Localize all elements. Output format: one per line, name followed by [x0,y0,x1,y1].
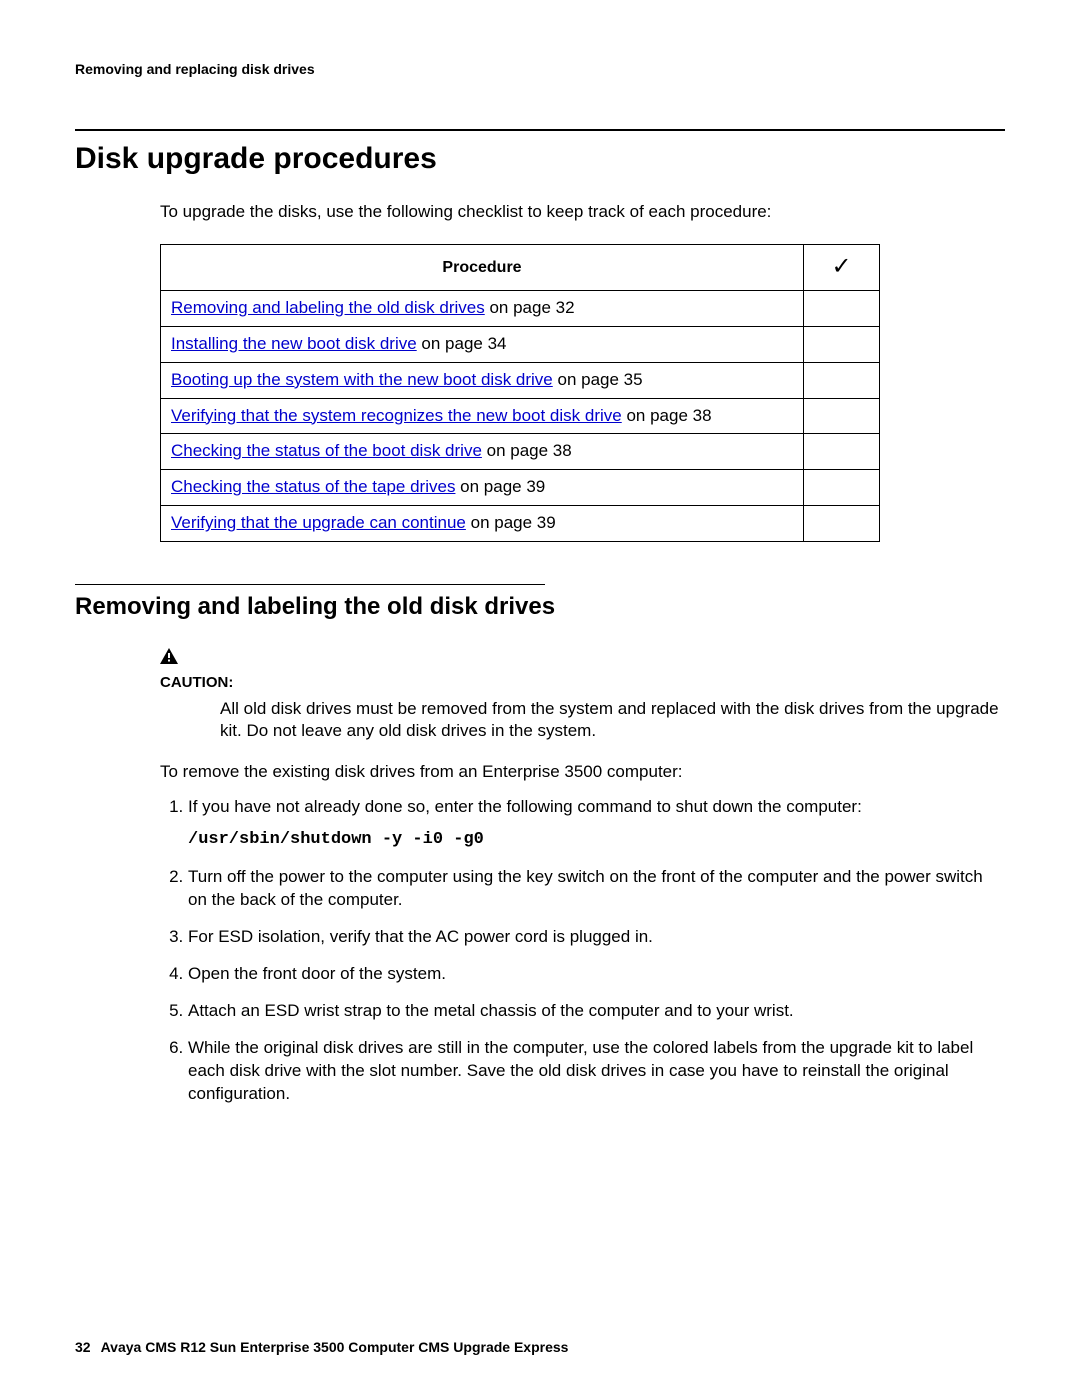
lead-in-text: To remove the existing disk drives from … [160,761,1005,784]
table-row: Checking the status of the boot disk dri… [161,434,880,470]
procedure-link[interactable]: Booting up the system with the new boot … [171,370,553,389]
check-cell [804,362,880,398]
ordered-steps-list: If you have not already done so, enter t… [160,796,1005,1105]
procedure-link[interactable]: Removing and labeling the old disk drive… [171,298,485,317]
check-cell [804,506,880,542]
procedure-link[interactable]: Verifying that the upgrade can continue [171,513,466,532]
page-reference: on page 38 [482,441,572,460]
page-reference: on page 34 [417,334,507,353]
page-reference: on page 39 [455,477,545,496]
list-item: Open the front door of the system. [188,963,1005,986]
table-row: Verifying that the system recognizes the… [161,398,880,434]
table-row: Removing and labeling the old disk drive… [161,290,880,326]
procedure-checklist-table: Procedure ✓ Removing and labeling the ol… [160,244,880,542]
warning-triangle-icon [160,648,178,671]
list-item: If you have not already done so, enter t… [188,796,1005,852]
subsection-heading: Removing and labeling the old disk drive… [75,591,1005,623]
page-reference: on page 32 [485,298,575,317]
footer-doc-title: Avaya CMS R12 Sun Enterprise 3500 Comput… [101,1339,569,1355]
document-page: Removing and replacing disk drives Disk … [0,0,1080,1397]
table-row: Installing the new boot disk drive on pa… [161,326,880,362]
list-item: Turn off the power to the computer using… [188,866,1005,912]
caution-label: CAUTION: [160,674,233,691]
procedure-link[interactable]: Checking the status of the tape drives [171,477,455,496]
procedure-link[interactable]: Installing the new boot disk drive [171,334,417,353]
table-row: Checking the status of the tape drives o… [161,470,880,506]
check-cell [804,434,880,470]
subsection-rule [75,584,545,585]
section-rule [75,129,1005,131]
procedure-link[interactable]: Checking the status of the boot disk dri… [171,441,482,460]
check-cell [804,398,880,434]
page-title: Disk upgrade procedures [75,139,1005,180]
check-cell [804,290,880,326]
caution-block: CAUTION: All old disk drives must be rem… [160,646,1005,744]
table-row: Booting up the system with the new boot … [161,362,880,398]
column-header-checkmark: ✓ [804,245,880,290]
check-cell [804,470,880,506]
shell-command: /usr/sbin/shutdown -y -i0 -g0 [188,829,1005,852]
column-header-procedure: Procedure [161,245,804,290]
page-footer: 32 Avaya CMS R12 Sun Enterprise 3500 Comp… [75,1338,568,1357]
list-item: Attach an ESD wrist strap to the metal c… [188,1000,1005,1023]
step-text: If you have not already done so, enter t… [188,797,862,816]
page-reference: on page 35 [553,370,643,389]
page-reference: on page 39 [466,513,556,532]
page-reference: on page 38 [622,406,712,425]
list-item: For ESD isolation, verify that the AC po… [188,926,1005,949]
caution-text: All old disk drives must be removed from… [220,698,1005,744]
procedure-link[interactable]: Verifying that the system recognizes the… [171,406,622,425]
intro-paragraph: To upgrade the disks, use the following … [160,201,1005,224]
table-row: Verifying that the upgrade can continue … [161,506,880,542]
list-item: While the original disk drives are still… [188,1037,1005,1106]
running-header: Removing and replacing disk drives [75,60,1005,79]
check-cell [804,326,880,362]
page-number: 32 [75,1339,91,1355]
